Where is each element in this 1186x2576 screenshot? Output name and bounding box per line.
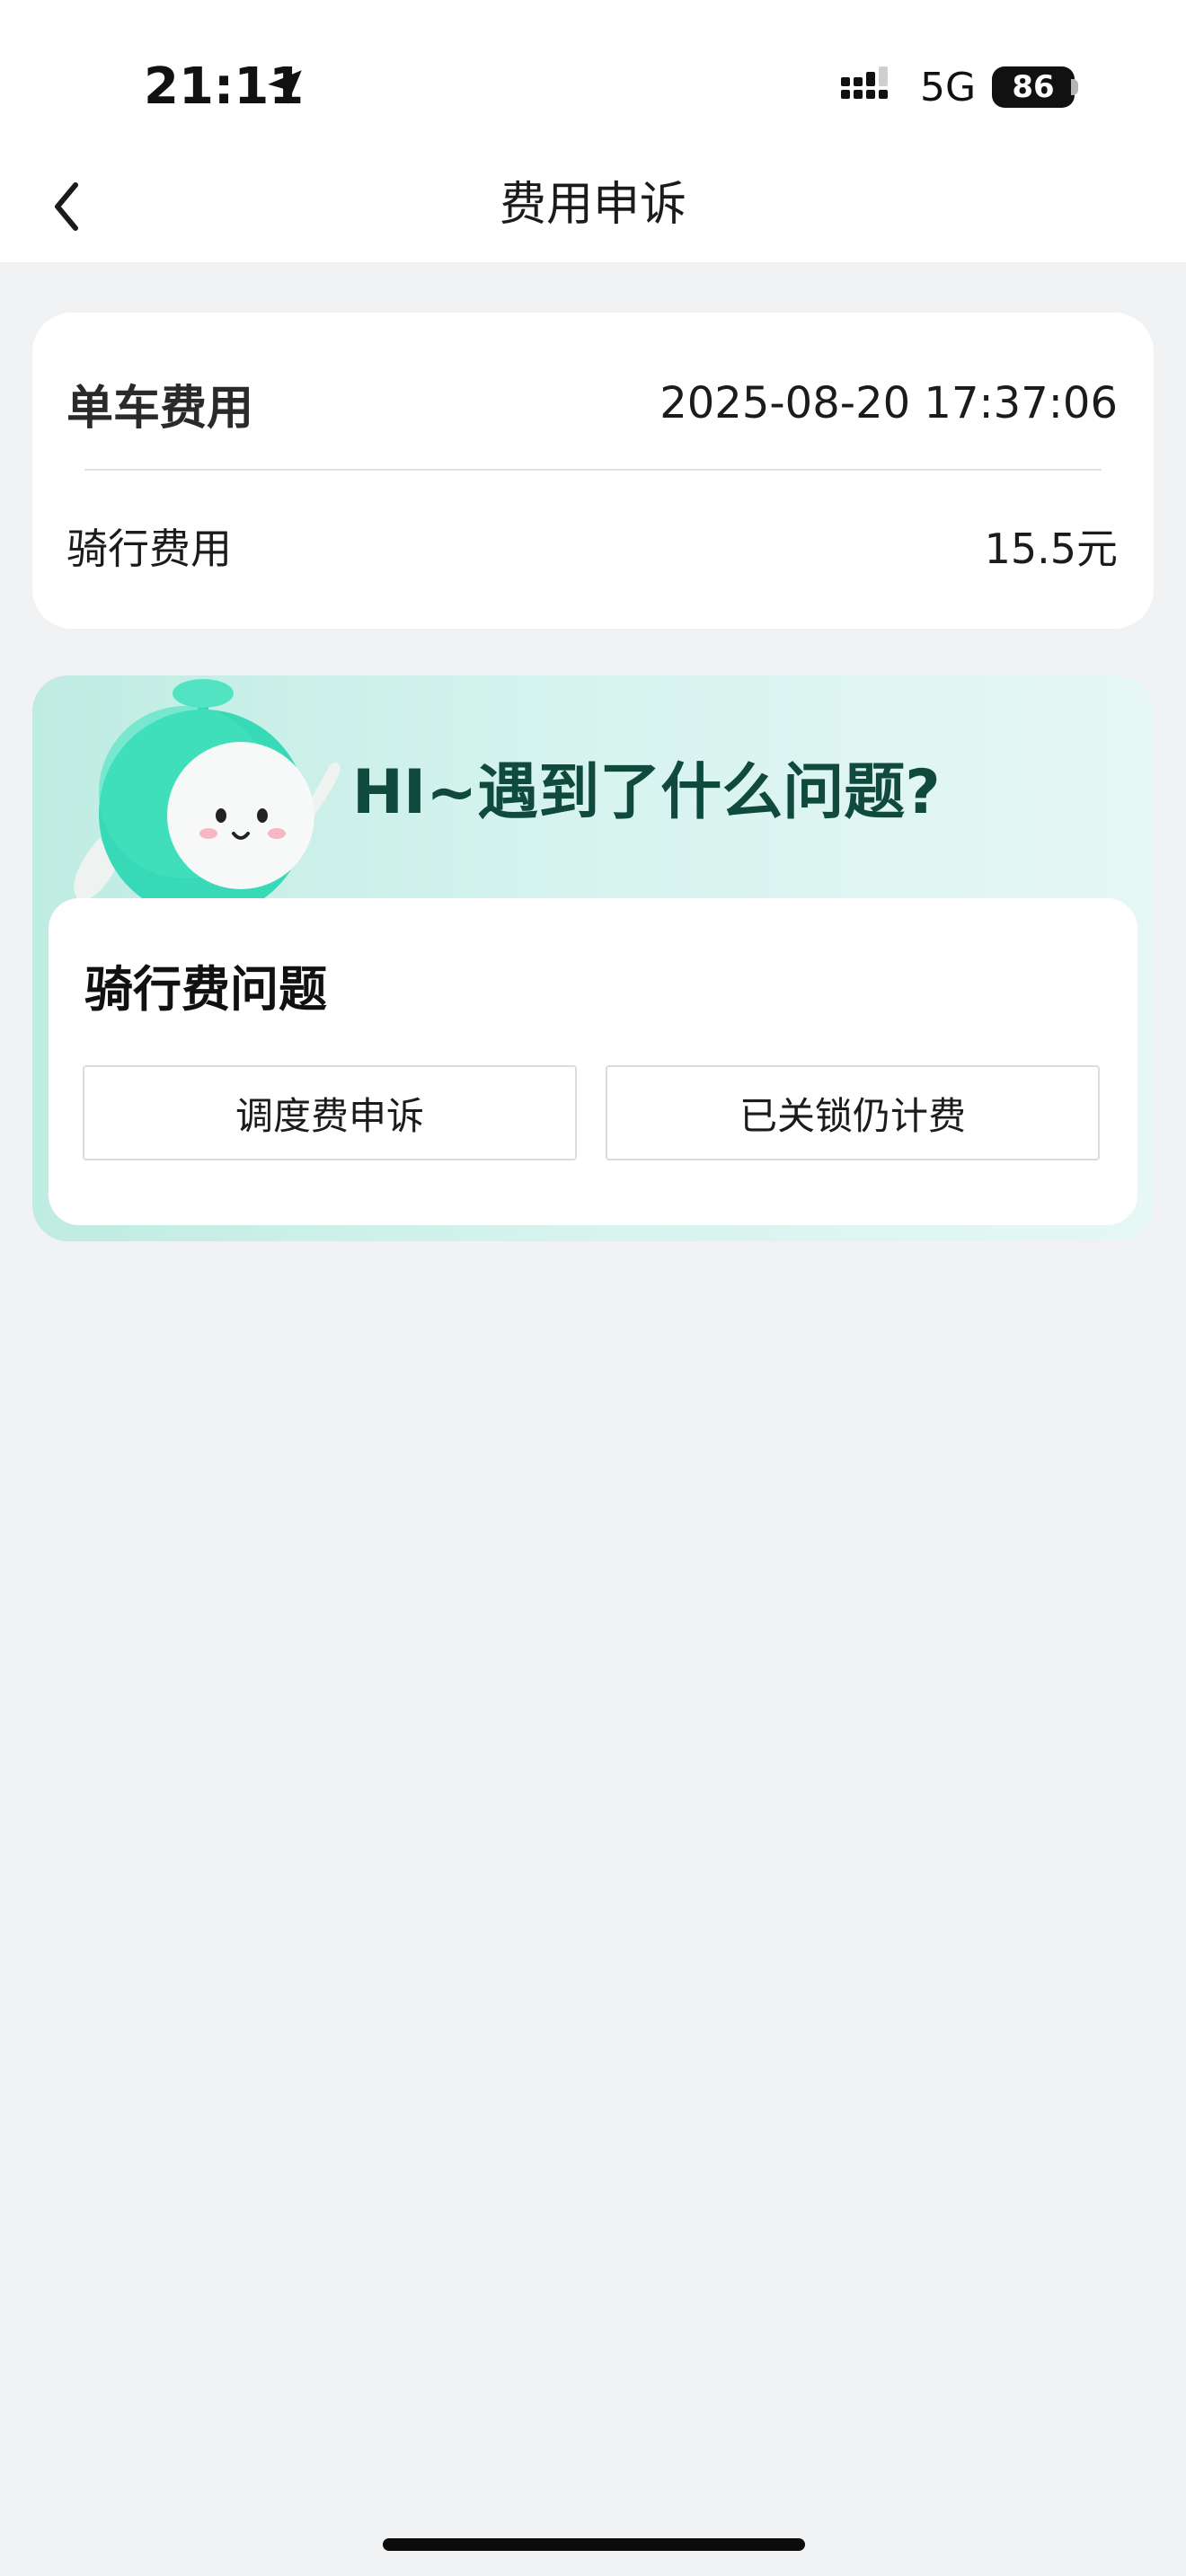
battery-icon: 86 xyxy=(992,66,1075,108)
page-title: 费用申诉 xyxy=(499,178,686,232)
top-bar: 21:11 5G 86 费用申诉 xyxy=(0,0,1186,262)
battery-cap xyxy=(1071,79,1078,95)
location-arrow-icon xyxy=(268,70,302,104)
divider xyxy=(84,469,1102,471)
question-heading: HI~遇到了什么问题? xyxy=(352,757,941,828)
category-title: 骑行费问题 xyxy=(84,961,327,1018)
question-card: HI~遇到了什么问题? 骑行费问题 调度费申诉 已关锁仍计费 xyxy=(32,675,1154,1241)
home-indicator[interactable] xyxy=(383,2538,805,2551)
network-label: 5G xyxy=(920,65,977,110)
fee-datetime: 2025-08-20 17:37:06 xyxy=(659,378,1118,428)
locked-still-billing-button[interactable]: 已关锁仍计费 xyxy=(606,1065,1100,1160)
fee-card: 单车费用 2025-08-20 17:37:06 骑行费用 15.5元 xyxy=(32,313,1154,629)
question-panel: 骑行费问题 调度费申诉 已关锁仍计费 xyxy=(49,898,1137,1225)
riding-fee-value: 15.5元 xyxy=(984,525,1118,573)
signal-icon xyxy=(841,66,888,99)
fee-card-title: 单车费用 xyxy=(66,381,254,436)
mascot-robot-icon xyxy=(74,679,341,918)
riding-fee-label: 骑行费用 xyxy=(66,525,232,573)
riding-fee-row: 骑行费用 15.5元 xyxy=(66,516,1118,577)
fee-header-row: 单车费用 2025-08-20 17:37:06 xyxy=(66,365,1118,442)
dispatch-fee-appeal-button[interactable]: 调度费申诉 xyxy=(83,1065,577,1160)
